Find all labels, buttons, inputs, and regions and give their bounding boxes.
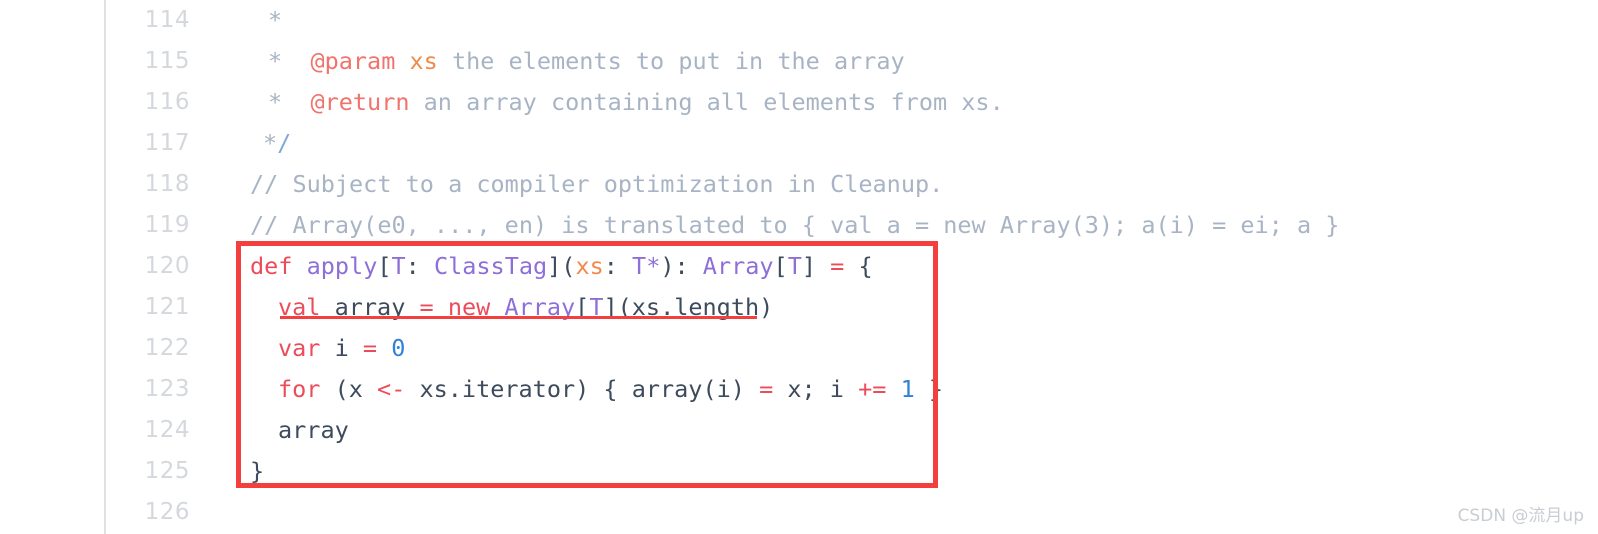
annotation-underline	[280, 316, 757, 319]
code-line[interactable]: 124 array	[0, 410, 1598, 451]
line-number: 120	[144, 253, 190, 279]
line-number: 116	[144, 89, 190, 115]
token-punct: ):	[660, 252, 703, 280]
token-keyword: var	[278, 334, 321, 362]
code-line[interactable]: 122 var i = 0	[0, 328, 1598, 369]
token-plain: }	[250, 457, 265, 485]
line-number: 121	[144, 294, 190, 320]
token-comment: *	[268, 88, 311, 116]
token-slash: /	[277, 129, 292, 157]
token-type: Array	[702, 252, 774, 280]
code-line-text[interactable]: var i = 0	[278, 328, 405, 369]
token-plain: i	[320, 334, 363, 362]
code-line[interactable]: 121 val array = new Array[T](xs.length)	[0, 287, 1598, 328]
token-plain: (x	[320, 375, 378, 403]
token-type: T	[391, 252, 406, 280]
code-line[interactable]: 115 * @param xs the elements to put in th…	[0, 41, 1598, 82]
watermark-label: CSDN @流月up	[1457, 506, 1584, 526]
token-punct: :	[405, 252, 434, 280]
code-line[interactable]: 125}	[0, 451, 1598, 492]
code-line[interactable]: 118 // Subject to a compiler optimization…	[0, 164, 1598, 205]
line-number: 124	[144, 417, 190, 443]
code-line-text[interactable]: // Subject to a compiler optimization in…	[250, 164, 943, 205]
code-line-text[interactable]: // Array(e0, ..., en) is translated to {…	[250, 205, 1339, 246]
code-line-text[interactable]: def apply[T: ClassTag](xs: T*): Array[T]…	[250, 246, 873, 287]
token-comment: the elements to put in the array	[437, 47, 905, 75]
token-type: T	[787, 252, 802, 280]
token-op: =	[759, 375, 774, 403]
code-viewer: 114 * 115 * @param xs the elements to put i…	[0, 0, 1598, 534]
token-type: ClassTag	[433, 252, 548, 280]
token-number: 1	[900, 375, 915, 403]
token-punct: [	[377, 252, 392, 280]
code-line-text[interactable]: */	[263, 123, 291, 164]
token-comment: // Subject to a compiler optimization in…	[250, 170, 944, 198]
code-line-text[interactable]: }	[250, 451, 264, 492]
code-line[interactable]: 120 def apply[T: ClassTag](xs: T*): Array…	[0, 246, 1598, 287]
token-comment	[395, 47, 409, 75]
line-number: 119	[144, 212, 190, 238]
token-number: 0	[391, 334, 406, 362]
line-number: 117	[144, 130, 190, 156]
code-line[interactable]: 123 for (x <- xs.iterator) { array(i) = x…	[0, 369, 1598, 410]
code-line-text[interactable]: *	[268, 0, 282, 41]
token-comment: *	[268, 6, 283, 34]
line-number: 125	[144, 458, 190, 484]
token-punct: [	[773, 252, 788, 280]
line-number: 122	[144, 335, 190, 361]
code-line-text[interactable]: * @param xs the elements to put in the a…	[268, 41, 905, 82]
line-number: 118	[144, 171, 190, 197]
token-punct: :	[603, 252, 633, 280]
line-number: 126	[144, 499, 190, 525]
token-op: <-	[377, 375, 406, 403]
token-op: =	[830, 252, 845, 280]
token-plain: }	[914, 375, 944, 403]
code-line-text[interactable]: val array = new Array[T](xs.length)	[278, 287, 773, 328]
token-comment: *	[263, 129, 278, 157]
token-doctag: @param	[310, 47, 396, 75]
code-line[interactable]: 119 // Array(e0, ..., en) is translated t…	[0, 205, 1598, 246]
code-lines-container[interactable]: 114 * 115 * @param xs the elements to put i…	[0, 0, 1598, 534]
code-line[interactable]: 126	[0, 492, 1598, 533]
token-comment: // Array(e0, ..., en) is translated to {…	[250, 211, 1340, 239]
token-type: apply	[306, 252, 378, 280]
token-docparam: xs	[409, 47, 438, 75]
code-line[interactable]: 114 *	[0, 0, 1598, 41]
token-punct: ](	[547, 252, 576, 280]
token-plain: array	[278, 416, 349, 444]
code-line-text[interactable]: array	[278, 410, 349, 451]
code-line[interactable]: 116 * @return an array containing all ele…	[0, 82, 1598, 123]
line-number: 114	[144, 7, 190, 33]
code-line[interactable]: 117 */	[0, 123, 1598, 164]
line-number: 123	[144, 376, 190, 402]
token-comment: *	[268, 47, 311, 75]
token-plain: xs.iterator) { array(i)	[405, 375, 760, 403]
token-punct: ]	[801, 252, 831, 280]
token-type: T*	[632, 252, 661, 280]
token-doctag: @return	[310, 88, 410, 116]
token-op: =	[362, 334, 378, 362]
token-punct: {	[844, 252, 873, 280]
code-line-text[interactable]: * @return an array containing all elemen…	[268, 82, 1004, 123]
token-param: xs	[575, 252, 604, 280]
token-op: +=	[858, 375, 887, 403]
token-keyword: def	[250, 252, 293, 280]
line-number: 115	[144, 48, 190, 74]
token-comment: an array containing all elements from xs…	[409, 88, 1004, 116]
token-keyword: for	[278, 375, 321, 403]
token-plain: x; i	[773, 375, 859, 403]
code-line-text[interactable]: for (x <- xs.iterator) { array(i) = x; i…	[278, 369, 943, 410]
